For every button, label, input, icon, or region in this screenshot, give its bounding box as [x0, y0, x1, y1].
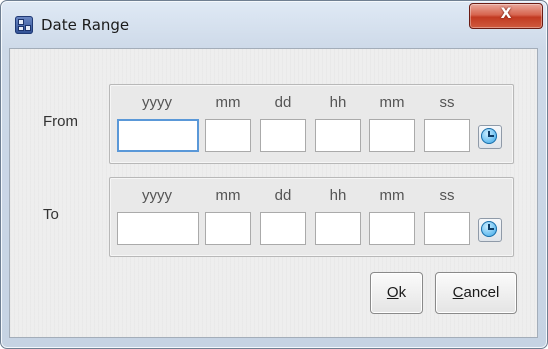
ok-label-rest: k [398, 284, 407, 301]
to-day-header: dd [274, 187, 292, 204]
close-button[interactable]: X [469, 3, 543, 29]
cancel-label-rest: ancel [463, 284, 500, 301]
from-day-header: dd [274, 94, 292, 111]
to-hour-input[interactable] [315, 212, 361, 245]
ok-mnemonic: O [386, 284, 399, 301]
to-year-input[interactable] [117, 212, 199, 245]
title-bar[interactable]: Date Range X [1, 1, 547, 47]
to-minute-input[interactable] [369, 212, 415, 245]
from-month-header: mm [215, 94, 241, 111]
to-month-input[interactable] [205, 212, 251, 245]
app-window-icon [15, 16, 33, 34]
from-datetime-group: yyyy mm dd hh mm ss [109, 84, 514, 164]
from-year-header: yyyy [142, 94, 172, 111]
from-hour-input[interactable] [315, 119, 361, 152]
ok-button[interactable]: Ok [370, 272, 423, 314]
close-icon: X [500, 6, 512, 22]
to-year-header: yyyy [142, 187, 172, 204]
from-time-picker-button[interactable] [478, 125, 502, 149]
to-time-picker-button[interactable] [478, 218, 502, 242]
from-hour-header: hh [329, 94, 347, 111]
from-minute-header: mm [379, 94, 405, 111]
to-second-header: ss [439, 187, 455, 204]
to-month-header: mm [215, 187, 241, 204]
to-datetime-group: yyyy mm dd hh mm ss [109, 177, 514, 257]
to-day-input[interactable] [260, 212, 306, 245]
cancel-button[interactable]: Cancel [435, 272, 517, 314]
from-year-input[interactable] [117, 119, 199, 152]
to-second-input[interactable] [424, 212, 470, 245]
to-minute-header: mm [379, 187, 405, 204]
date-range-dialog: Date Range X From yyyy mm dd hh mm ss To… [0, 0, 548, 349]
dialog-content: From yyyy mm dd hh mm ss To yyyy mm dd h… [9, 48, 538, 338]
to-hour-header: hh [329, 187, 347, 204]
cancel-mnemonic: C [452, 284, 464, 301]
from-day-input[interactable] [260, 119, 306, 152]
from-month-input[interactable] [205, 119, 251, 152]
from-minute-input[interactable] [369, 119, 415, 152]
to-label: To [43, 206, 59, 223]
from-second-header: ss [439, 94, 455, 111]
from-label: From [43, 113, 78, 130]
window-title: Date Range [41, 16, 130, 34]
from-second-input[interactable] [424, 119, 470, 152]
